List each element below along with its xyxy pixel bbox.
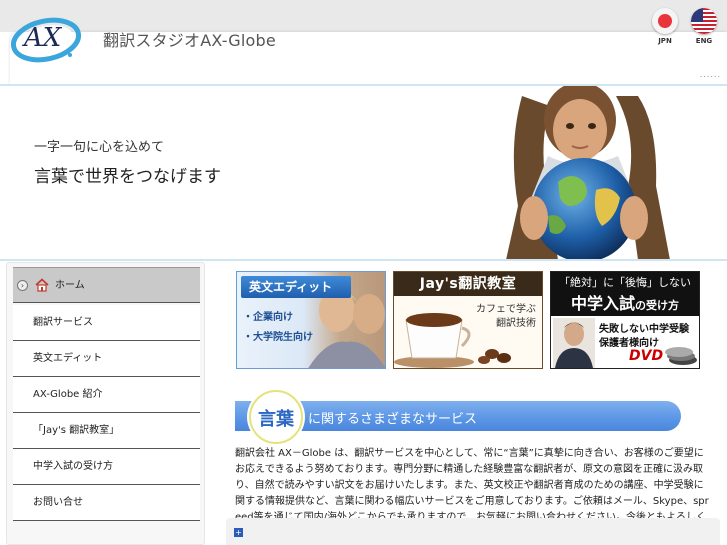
hero: 一字一句に心を込めて 言葉で世界をつなげます [0, 86, 727, 260]
banner-title: 英文エディット [241, 276, 351, 298]
services-heading: に関するさまざまなサービス [308, 412, 478, 427]
lang-eng-button[interactable]: ENG [689, 8, 719, 45]
banner-subtitle: 翻訳技術 [496, 318, 536, 329]
sidebar-item-label: 中学入試の受け方 [33, 461, 113, 472]
logo-text: AX [22, 23, 63, 53]
banner-line: 失敗しない中学受験 [599, 324, 689, 335]
header: AX 翻訳スタジオAX-Globe JPN ENG ...... [0, 0, 727, 86]
dvd-label: DVD [629, 348, 664, 364]
banner-tagline: 「絶対」に「後悔」しない [559, 276, 691, 289]
banner-line: 保護者様向け [599, 338, 659, 349]
services-heading-word: 言葉 [258, 409, 294, 430]
page: AX 翻訳スタジオAX-Globe JPN ENG ...... 一字一句に心を… [0, 0, 727, 545]
banner-title-main: 中学入試 [570, 294, 635, 313]
lang-eng-label: ENG [695, 37, 713, 45]
banner-title-suffix: の受け方 [635, 299, 679, 312]
lang-jpn-button[interactable]: JPN [650, 8, 680, 45]
sidebar-item-label: 「Jay's 翻訳教室」 [33, 425, 120, 436]
sidebar-item-label: お問い合せ [33, 497, 83, 508]
japan-flag-icon [652, 8, 678, 34]
jays-class-banner[interactable]: Jay's翻訳教室 カフェで学ぶ 翻訳技術 [393, 271, 543, 369]
logo[interactable]: AX [10, 6, 86, 66]
sidebar-item-jays-class[interactable]: 「Jay's 翻訳教室」 [13, 413, 200, 449]
presenter-photo [553, 318, 595, 368]
banner-item: ・大学院生向け [243, 332, 313, 343]
home-icon [35, 278, 49, 292]
sidebar-item-translation[interactable]: 翻訳サービス [13, 305, 200, 341]
plus-icon[interactable]: + [234, 528, 243, 537]
sidebar-item-home[interactable]: › ホーム [13, 267, 200, 303]
sidebar: › ホーム 翻訳サービス 英文エディット AX-Globe 紹介 「Jay's … [6, 262, 205, 545]
sidebar-item-exam[interactable]: 中学入試の受け方 [13, 449, 200, 485]
exam-dvd-banner[interactable]: 「絶対」に「後悔」しない 中学入試の受け方 失敗しない中学受験 保護者様向け D… [550, 271, 700, 369]
banner-header: 「絶対」に「後悔」しない 中学入試の受け方 [551, 272, 699, 316]
girl-with-globe-photo [506, 86, 670, 260]
sidebar-item-label: 英文エディット [33, 353, 103, 364]
bottom-section [226, 518, 720, 545]
sidebar-item-label: ホーム [55, 280, 85, 291]
hero-subtitle: 一字一句に心を込めて [34, 140, 165, 155]
sidebar-item-english-edit[interactable]: 英文エディット [13, 341, 200, 377]
sidebar-item-about[interactable]: AX-Globe 紹介 [13, 377, 200, 413]
header-dots: ...... [699, 70, 721, 79]
hero-divider [0, 259, 727, 261]
banner-item: ・企業向け [243, 312, 293, 323]
sidebar-item-label: AX-Globe 紹介 [33, 389, 103, 400]
us-flag-icon [691, 8, 717, 34]
chevron-right-icon: › [17, 280, 28, 291]
banner-title: Jay's翻訳教室 [394, 272, 542, 296]
banner-subtitle: カフェで学ぶ [476, 304, 536, 315]
hero-headline: 言葉で世界をつなげます [34, 167, 221, 187]
sidebar-item-contact[interactable]: お問い合せ [13, 485, 200, 521]
sidebar-item-label: 翻訳サービス [33, 317, 93, 328]
site-title[interactable]: 翻訳スタジオAX-Globe [103, 27, 276, 51]
dvd-stack-icon [665, 347, 697, 365]
banner-title: 中学入試の受け方 [551, 290, 699, 314]
english-edit-banner[interactable]: 英文エディット ・企業向け ・大学院生向け [236, 271, 386, 369]
lang-jpn-label: JPN [658, 37, 672, 45]
